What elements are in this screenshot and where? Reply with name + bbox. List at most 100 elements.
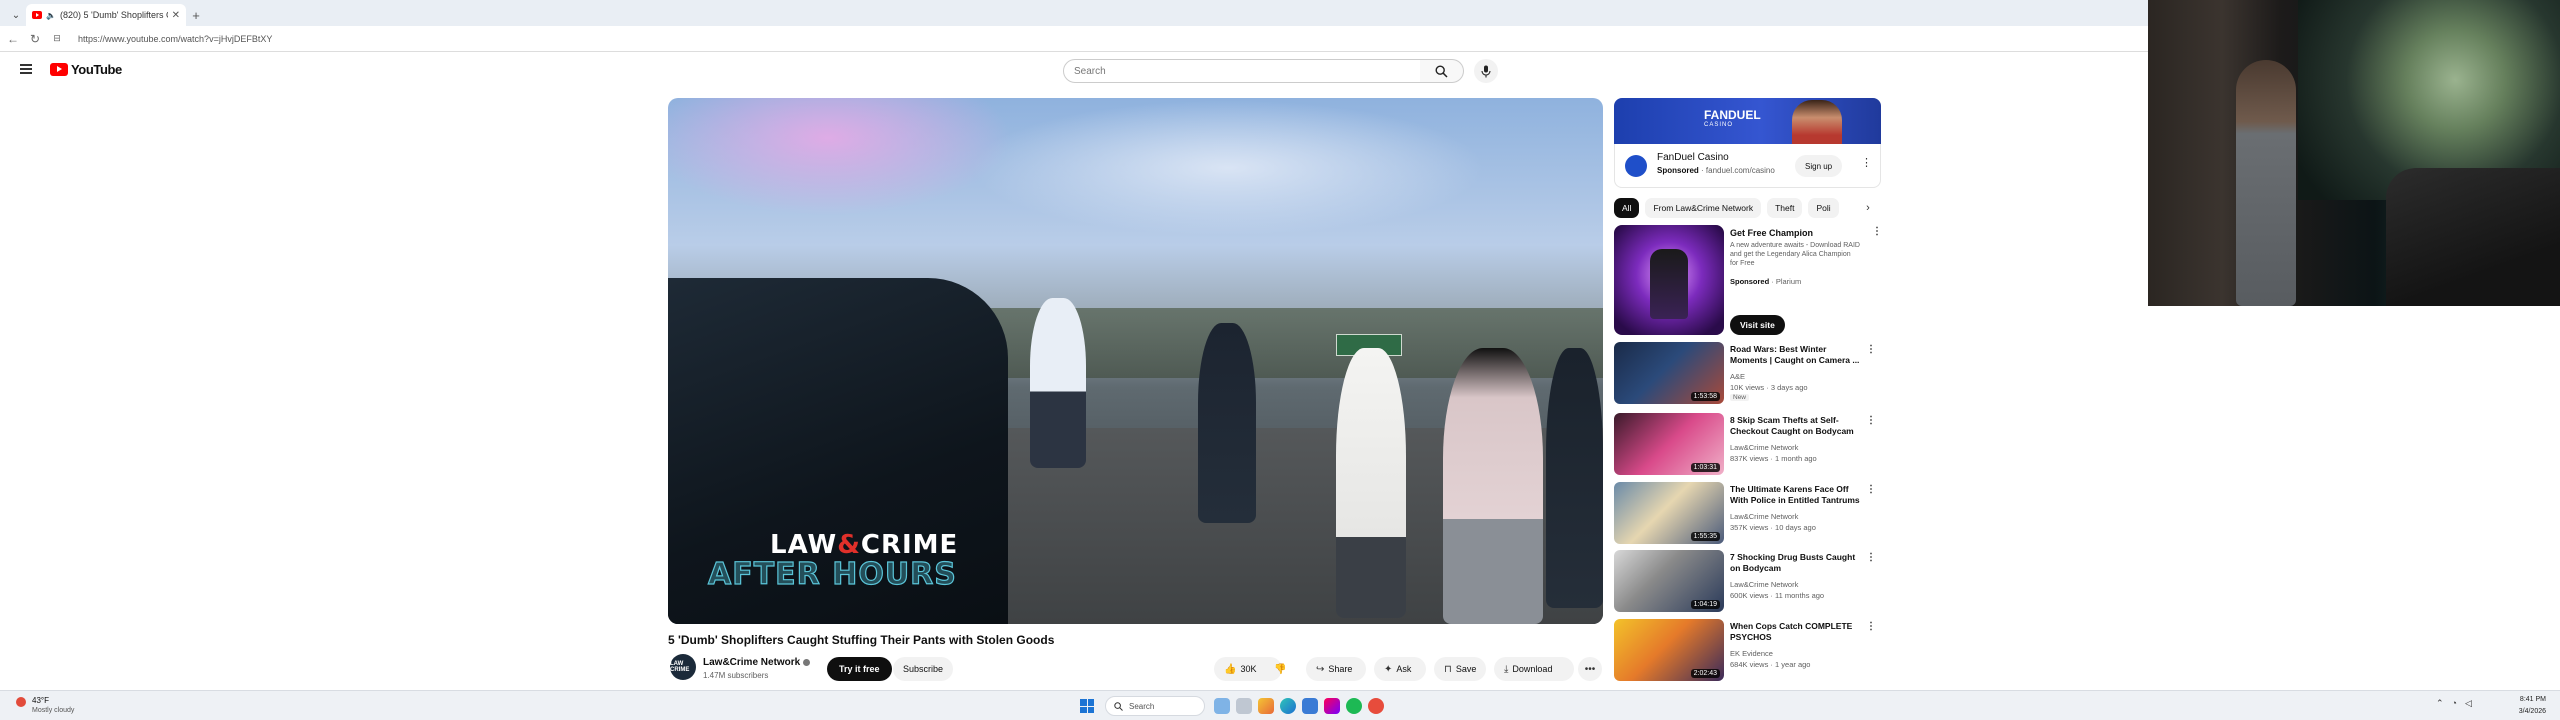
webcam-chair [2386, 168, 2560, 306]
rec-channel[interactable]: Law&Crime Network [1730, 580, 1798, 589]
promoted-title[interactable]: Get Free Champion [1730, 228, 1813, 238]
channel-name[interactable]: Law&Crime Network [703, 657, 811, 668]
chip-poli[interactable]: Poli [1808, 198, 1839, 218]
rec-thumbnail[interactable]: 1:03:31 [1614, 413, 1724, 475]
rec-title[interactable]: 7 Shocking Drug Busts Caught on Bodycam [1730, 552, 1860, 575]
try-it-free-button[interactable]: Try it free [827, 657, 892, 681]
app-icon[interactable] [1324, 698, 1340, 714]
youtube-logo-text: YouTube [71, 62, 122, 77]
search-input[interactable]: Search [1063, 59, 1421, 83]
rec-thumbnail[interactable]: 1:04:19 [1614, 550, 1724, 612]
rec-more-icon[interactable]: ⋮ [1866, 344, 1876, 355]
rec-more-icon[interactable]: ⋮ [1866, 552, 1876, 563]
speaker-icon[interactable]: 🔈 [46, 11, 56, 20]
ad-banner-image [1792, 100, 1842, 144]
rec-more-icon[interactable]: ⋮ [1866, 484, 1876, 495]
rec-title[interactable]: The Ultimate Karens Face Off With Police… [1730, 484, 1860, 507]
rec-new-badge: New [1730, 394, 1750, 401]
more-actions-button[interactable]: ••• [1578, 657, 1602, 681]
rec-title[interactable]: Road Wars: Best Winter Moments | Caught … [1730, 344, 1860, 367]
video-scene-person-white-coat [1336, 348, 1406, 618]
widgets-icon[interactable] [1214, 698, 1230, 714]
tab-title: (820) 5 'Dumb' Shoplifters Ca... [59, 10, 168, 20]
url-field[interactable]: https://www.youtube.com/watch?v=jHvjDEFB… [72, 30, 2148, 48]
rec-meta: 10K views · 3 days ago [1730, 383, 1808, 392]
ask-button[interactable]: ✦ Ask [1374, 657, 1426, 681]
save-button[interactable]: ⊓ Save [1434, 657, 1486, 681]
rec-item[interactable]: 1:53:58 Road Wars: Best Winter Moments |… [1614, 342, 1881, 404]
youtube-logo[interactable]: YouTube [50, 62, 122, 77]
channel-avatar[interactable]: LAW CRIME [670, 654, 696, 680]
rec-channel[interactable]: Law&Crime Network [1730, 443, 1798, 452]
menu-icon[interactable] [20, 64, 32, 74]
rec-item[interactable]: 1:04:19 7 Shocking Drug Busts Caught on … [1614, 550, 1881, 612]
windows-start-icon[interactable] [1080, 699, 1094, 713]
voice-search-button[interactable] [1474, 59, 1498, 83]
search-button[interactable] [1420, 59, 1464, 83]
tab-list-icon[interactable]: ⌄ [6, 4, 26, 26]
system-tray[interactable]: ⌃ ◔ ◁ [2436, 698, 2472, 709]
download-button[interactable]: ⤓ Download [1494, 657, 1574, 681]
network-icon[interactable]: ◔ [2452, 698, 2457, 709]
browser-tab[interactable]: 🔈 (820) 5 'Dumb' Shoplifters Ca... ✕ [26, 4, 186, 26]
ad-domain: fanduel.com/casino [1705, 166, 1775, 175]
tray-chevron-icon[interactable]: ⌃ [2436, 698, 2444, 709]
rec-thumbnail[interactable]: 1:55:35 [1614, 482, 1724, 544]
share-button[interactable]: ↪ Share [1306, 657, 1366, 681]
promoted-more-icon[interactable]: ⋮ [1872, 226, 1882, 237]
store-icon[interactable] [1302, 698, 1318, 714]
rec-item[interactable]: 2:02:43 When Cops Catch COMPLETE PSYCHOS… [1614, 619, 1881, 681]
rec-title[interactable]: 8 Skip Scam Thefts at Self-Checkout Caug… [1730, 415, 1860, 438]
ad-logo[interactable] [1625, 155, 1647, 177]
rec-more-icon[interactable]: ⋮ [1866, 415, 1876, 426]
reload-icon[interactable]: ↻ [28, 32, 42, 46]
edge-browser-icon[interactable] [1280, 698, 1296, 714]
visit-site-button[interactable]: Visit site [1730, 315, 1785, 335]
rec-item[interactable]: 1:55:35 The Ultimate Karens Face Off Wit… [1614, 482, 1881, 544]
subscribe-button[interactable]: Subscribe [893, 657, 954, 681]
taskbar-clock[interactable]: 8:41 PM 3/4/2026 [2506, 694, 2546, 718]
ad-sponsor-line: Sponsored · fanduel.com/casino [1657, 166, 1775, 175]
rec-title[interactable]: When Cops Catch COMPLETE PSYCHOS [1730, 621, 1860, 644]
weather-temp: 43°F [32, 696, 49, 705]
back-icon[interactable]: ← [6, 32, 20, 46]
rec-channel[interactable]: Law&Crime Network [1730, 512, 1798, 521]
site-info-icon[interactable]: ⊟ [50, 33, 64, 44]
new-tab-icon[interactable]: + [186, 4, 206, 26]
weather-desc: Mostly cloudy [32, 707, 75, 714]
ad-name: FanDuel Casino [1657, 152, 1729, 163]
weather-icon [16, 697, 26, 707]
rec-channel[interactable]: A&E [1730, 372, 1745, 381]
rec-thumbnail[interactable]: 2:02:43 [1614, 619, 1724, 681]
dislike-button[interactable]: 👎 [1264, 657, 1292, 681]
tab-close-icon[interactable]: ✕ [172, 10, 180, 21]
ad-banner[interactable]: FANDUEL CASINO [1614, 98, 1881, 144]
download-icon: ⤓ [1504, 663, 1509, 675]
ad-signup-button[interactable]: Sign up [1795, 155, 1843, 177]
spotify-icon[interactable] [1346, 698, 1362, 714]
file-explorer-icon[interactable] [1258, 698, 1274, 714]
rec-duration: 1:55:35 [1690, 532, 1720, 541]
youtube-header: YouTube Search [0, 52, 2148, 92]
video-player[interactable]: LAW&CRIME AFTER HOURS [668, 98, 1603, 624]
rec-channel[interactable]: EK Evidence [1730, 649, 1773, 658]
promoted-thumbnail[interactable] [1614, 225, 1724, 335]
channel-name-text: Law&Crime Network [703, 657, 801, 668]
microphone-icon [1481, 65, 1491, 77]
chip-all[interactable]: All [1614, 198, 1640, 218]
chip-from-channel[interactable]: From Law&Crime Network [1645, 198, 1762, 218]
chip-theft[interactable]: Theft [1767, 198, 1803, 218]
save-label: Save [1455, 664, 1477, 674]
chevron-right-icon[interactable]: › [1858, 198, 1878, 218]
taskbar-search[interactable]: Search [1105, 696, 1205, 716]
rec-thumbnail[interactable]: 1:53:58 [1614, 342, 1724, 404]
video-scene-person-pink-shirt [1443, 348, 1543, 624]
rec-item[interactable]: 1:03:31 8 Skip Scam Thefts at Self-Check… [1614, 413, 1881, 475]
chrome-icon[interactable] [1368, 698, 1384, 714]
clock-time: 8:41 PM [2519, 696, 2546, 703]
volume-icon[interactable]: ◁ [2465, 698, 2472, 709]
video-scene-person [1030, 298, 1086, 468]
task-view-icon[interactable] [1236, 698, 1252, 714]
ad-more-icon[interactable]: ⋮ [1861, 156, 1872, 169]
rec-more-icon[interactable]: ⋮ [1866, 621, 1876, 632]
